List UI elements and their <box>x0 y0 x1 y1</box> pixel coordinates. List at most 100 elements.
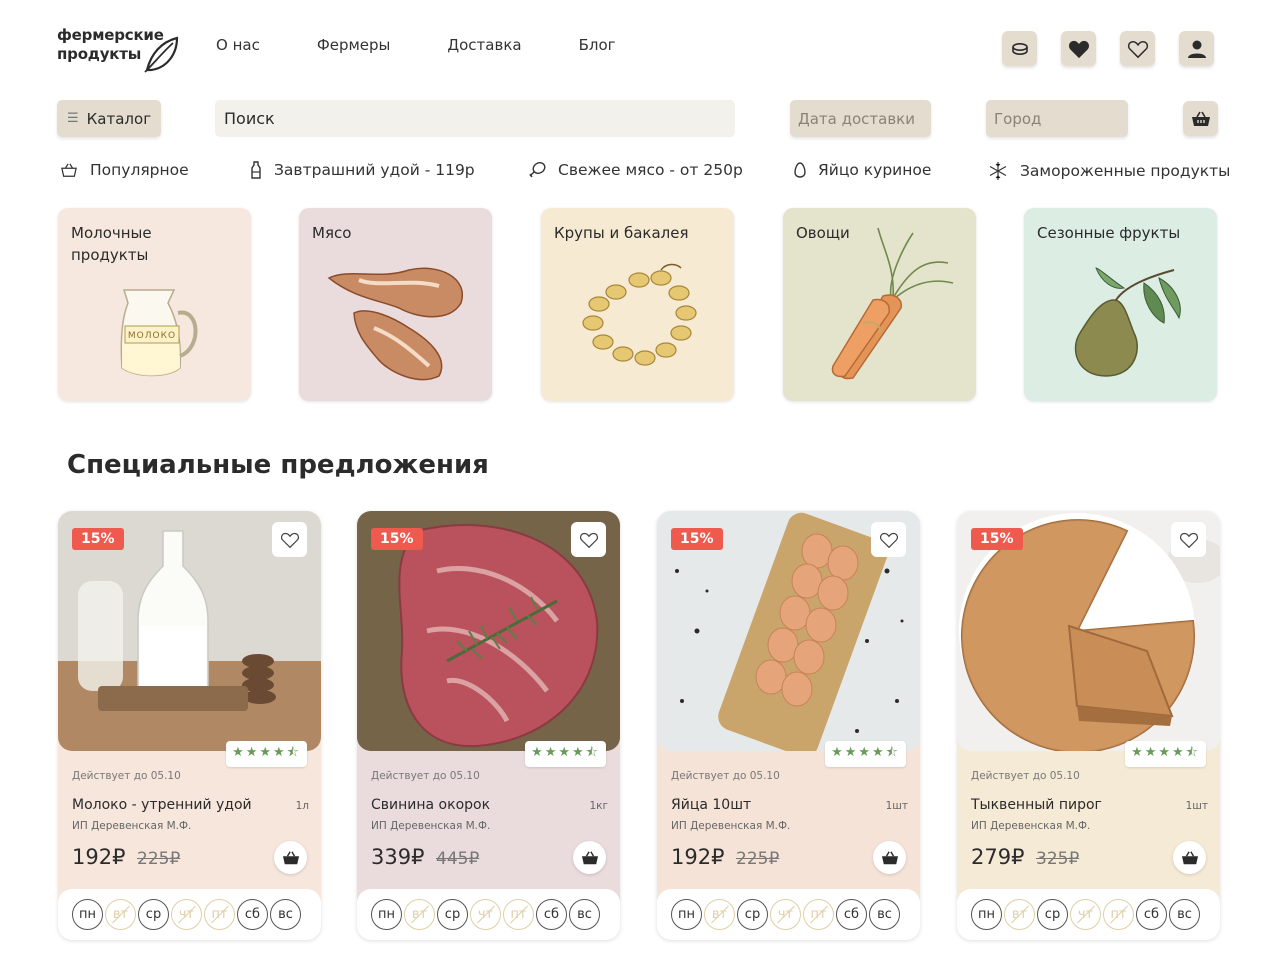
product-card[interactable]: 15% ★★★★⯪ Действует до 05.10 Тыквенный п… <box>957 511 1220 940</box>
leaf-icon <box>144 36 179 73</box>
search-input[interactable] <box>215 100 735 137</box>
quick-link-label: Замороженные продукты <box>1020 162 1231 180</box>
category-meat[interactable]: Мясо <box>299 208 492 401</box>
category-fruits[interactable]: Сезонные фрукты <box>1024 208 1217 401</box>
menu-icon: ☰ <box>67 111 79 126</box>
add-to-cart-button[interactable] <box>573 841 606 874</box>
quick-link-meat[interactable]: Свежее мясо - от 250р <box>528 161 743 179</box>
logo[interactable]: фермерские продукты <box>57 26 187 74</box>
day-sun[interactable]: вс <box>270 899 301 930</box>
day-sat[interactable]: сб <box>536 899 567 930</box>
product-unit: 1л <box>295 800 309 812</box>
day-tue: вт <box>704 899 735 930</box>
quick-link-label: Свежее мясо - от 250р <box>558 161 743 179</box>
city-field[interactable] <box>986 100 1128 137</box>
day-sun[interactable]: вс <box>869 899 900 930</box>
day-tue: вт <box>105 899 136 930</box>
product-name[interactable]: Молоко - утренний удой <box>72 797 252 813</box>
heart-outline-icon <box>1127 40 1148 58</box>
favorites-button[interactable] <box>1061 31 1096 66</box>
day-sun[interactable]: вс <box>1169 899 1200 930</box>
quick-link-label: Завтрашний удой - 119р <box>274 161 475 179</box>
price: 279₽ <box>971 845 1025 869</box>
account-button[interactable] <box>1179 31 1214 66</box>
day-mon[interactable]: пн <box>971 899 1002 930</box>
main-nav: О нас Фермеры Доставка Блог <box>216 36 673 54</box>
nav-farmers[interactable]: Фермеры <box>317 36 391 54</box>
product-unit: 1шт <box>885 800 908 812</box>
wishlist-button[interactable] <box>1120 31 1155 66</box>
cart-button[interactable] <box>1183 101 1218 136</box>
discount-badge: 15% <box>72 528 124 550</box>
day-fri: пт <box>503 899 534 930</box>
delivery-days: пн вт ср чт пт сб вс <box>657 889 920 940</box>
milk-bottle-icon <box>250 161 262 179</box>
category-dairy[interactable]: МОЛОКО Молочные продукты <box>58 208 251 401</box>
quick-link-frozen[interactable]: Замороженные продукты <box>988 161 1230 181</box>
coins-icon <box>1011 42 1028 55</box>
category-title: Молочные продукты <box>71 224 152 264</box>
price: 192₽ <box>72 845 126 869</box>
basket-icon <box>1191 111 1210 126</box>
favorite-button[interactable] <box>871 522 906 557</box>
product-card[interactable]: 15% ★★★★⯪ Действует до 05.10 Яйца 10шт 1… <box>657 511 920 940</box>
day-fri: пт <box>1103 899 1134 930</box>
seller-name[interactable]: ИП Деревенская М.Ф. <box>371 820 490 832</box>
product-name[interactable]: Яйца 10шт <box>671 797 751 813</box>
product-card[interactable]: 15% ★★★★⯪ Действует до 05.10 Молоко - ут… <box>58 511 321 940</box>
heart-outline-icon <box>280 532 299 548</box>
day-sat[interactable]: сб <box>1136 899 1167 930</box>
heart-outline-icon <box>579 532 598 548</box>
day-sun[interactable]: вс <box>569 899 600 930</box>
day-mon[interactable]: пн <box>671 899 702 930</box>
discount-badge: 15% <box>671 528 723 550</box>
quick-link-popular[interactable]: Популярное <box>60 161 189 179</box>
day-thu: чт <box>171 899 202 930</box>
catalog-button[interactable]: ☰ Каталог <box>57 100 161 137</box>
old-price: 225₽ <box>736 849 780 869</box>
product-name[interactable]: Тыквенный пирог <box>971 797 1102 813</box>
old-price: 325₽ <box>1036 849 1080 869</box>
quick-link-label: Популярное <box>90 161 189 179</box>
add-to-cart-button[interactable] <box>1173 841 1206 874</box>
day-wed[interactable]: ср <box>437 899 468 930</box>
product-card[interactable]: 15% ★★★★⯪ Действует до 05.10 Свинина око… <box>357 511 620 940</box>
day-wed[interactable]: ср <box>138 899 169 930</box>
day-mon[interactable]: пн <box>371 899 402 930</box>
seller-name[interactable]: ИП Деревенская М.Ф. <box>72 820 191 832</box>
nav-delivery[interactable]: Доставка <box>447 36 521 54</box>
nav-about[interactable]: О нас <box>216 36 260 54</box>
price: 192₽ <box>671 845 725 869</box>
heart-outline-icon <box>1179 532 1198 548</box>
offer-validity: Действует до 05.10 <box>72 770 181 782</box>
coins-button[interactable] <box>1002 31 1037 66</box>
offer-validity: Действует до 05.10 <box>671 770 780 782</box>
favorite-button[interactable] <box>1171 522 1206 557</box>
nav-blog[interactable]: Блог <box>579 36 616 54</box>
add-to-cart-button[interactable] <box>274 841 307 874</box>
product-name[interactable]: Свинина окорок <box>371 797 490 813</box>
day-thu: чт <box>1070 899 1101 930</box>
day-wed[interactable]: ср <box>737 899 768 930</box>
category-title: Крупы и бакалея <box>554 224 689 242</box>
quick-link-milk[interactable]: Завтрашний удой - 119р <box>250 161 475 179</box>
quick-link-eggs[interactable]: Яйцо куриное <box>794 161 931 179</box>
category-grocery[interactable]: Крупы и бакалея <box>541 208 734 401</box>
delivery-date-field[interactable] <box>790 100 931 137</box>
seller-name[interactable]: ИП Деревенская М.Ф. <box>671 820 790 832</box>
user-icon <box>1187 40 1206 58</box>
day-tue: вт <box>404 899 435 930</box>
day-fri: пт <box>803 899 834 930</box>
add-to-cart-button[interactable] <box>873 841 906 874</box>
old-price: 225₽ <box>137 849 181 869</box>
category-title: Овощи <box>796 224 850 242</box>
seller-name[interactable]: ИП Деревенская М.Ф. <box>971 820 1090 832</box>
day-mon[interactable]: пн <box>72 899 103 930</box>
category-vegetables[interactable]: Овощи <box>783 208 976 401</box>
favorite-button[interactable] <box>272 522 307 557</box>
day-sat[interactable]: сб <box>237 899 268 930</box>
day-wed[interactable]: ср <box>1037 899 1068 930</box>
favorite-button[interactable] <box>571 522 606 557</box>
day-sat[interactable]: сб <box>836 899 867 930</box>
rating-stars: ★★★★⯪ <box>825 741 906 767</box>
